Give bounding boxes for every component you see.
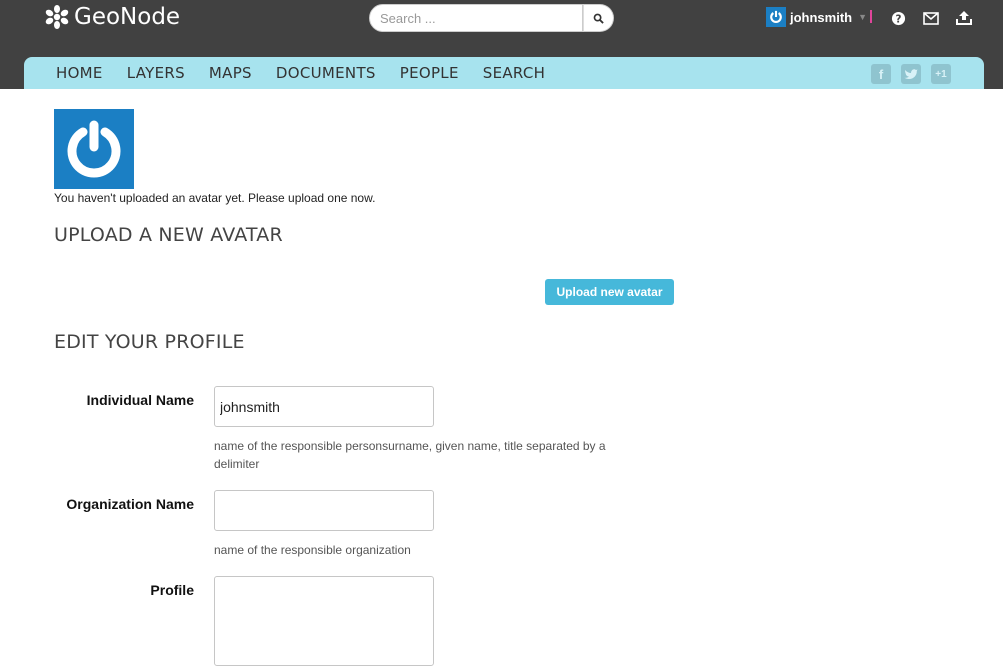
profile-textarea[interactable]	[214, 576, 434, 666]
individual-name-label: Individual Name	[86, 392, 194, 408]
facebook-button[interactable]: f	[871, 64, 891, 84]
user-menu[interactable]: johnsmith ▼	[766, 7, 867, 27]
individual-name-help: name of the responsible personsurname, g…	[214, 439, 606, 471]
upload-avatar-button[interactable]: Upload new avatar	[545, 279, 674, 305]
individual-name-input[interactable]	[214, 386, 434, 427]
upload-icon	[956, 11, 972, 25]
geonode-flower-icon	[45, 5, 69, 29]
nav-items: HOME LAYERS MAPS DOCUMENTS PEOPLE SEARCH	[56, 57, 569, 89]
brand-logo[interactable]: GeoNode	[44, 4, 180, 30]
facebook-icon: f	[878, 66, 884, 82]
upload-button[interactable]	[955, 9, 973, 27]
nav-home[interactable]: HOME	[56, 64, 103, 82]
nav-documents[interactable]: DOCUMENTS	[276, 64, 376, 82]
power-icon	[67, 120, 121, 178]
search-input[interactable]	[369, 4, 583, 32]
profile-label: Profile	[150, 582, 194, 598]
nav-people[interactable]: PEOPLE	[400, 64, 459, 82]
separator	[870, 10, 872, 23]
upload-avatar-title: UPLOAD A NEW AVATAR	[54, 224, 283, 246]
twitter-icon	[904, 69, 918, 79]
power-icon	[770, 10, 782, 23]
svg-text:?: ?	[895, 13, 901, 25]
user-avatar-mini	[766, 7, 786, 27]
help-button[interactable]: ?	[889, 9, 907, 27]
search-icon	[593, 13, 604, 24]
avatar-image	[54, 109, 134, 189]
nav-layers[interactable]: LAYERS	[127, 64, 185, 82]
googleplus-button[interactable]: +1	[931, 64, 951, 84]
avatar-message: You haven't uploaded an avatar yet. Plea…	[54, 191, 376, 205]
brand-name: GeoNode	[74, 4, 181, 30]
nav-search[interactable]: SEARCH	[483, 64, 546, 82]
edit-profile-title: EDIT YOUR PROFILE	[54, 331, 245, 353]
help-icon: ?	[891, 11, 905, 25]
chevron-down-icon: ▼	[858, 12, 868, 22]
messages-button[interactable]	[922, 9, 940, 27]
organization-name-help: name of the responsible organization	[214, 543, 411, 557]
organization-name-label: Organization Name	[66, 496, 194, 512]
search-bar	[369, 4, 614, 32]
twitter-button[interactable]	[901, 64, 921, 84]
googleplus-icon: +1	[935, 68, 947, 80]
envelope-icon	[923, 11, 939, 25]
main-nav: HOME LAYERS MAPS DOCUMENTS PEOPLE SEARCH…	[24, 57, 984, 89]
nav-maps[interactable]: MAPS	[209, 64, 252, 82]
search-button[interactable]	[583, 4, 614, 32]
organization-name-input[interactable]	[214, 490, 434, 531]
username-label: johnsmith	[790, 9, 853, 25]
